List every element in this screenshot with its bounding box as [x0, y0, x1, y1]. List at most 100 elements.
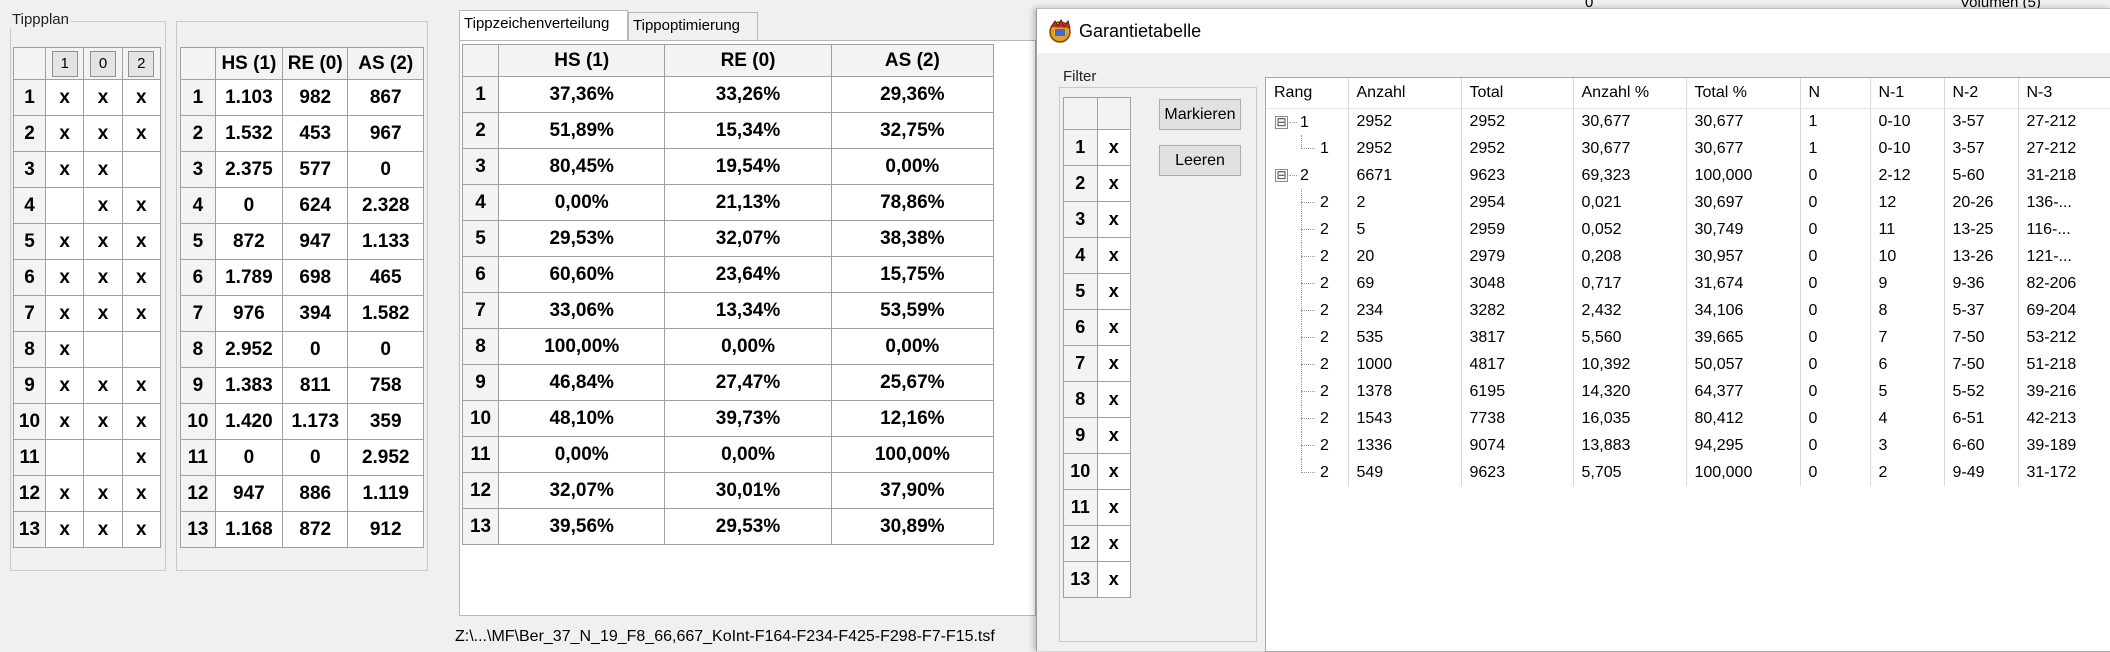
value-cell: 2952: [1348, 135, 1462, 162]
value-cell: 0,00%: [664, 436, 832, 473]
table-row[interactable]: ⊟ 2 6671 9623 69,323 100,000 0 2-12 5-60 31-218: [1266, 162, 2110, 189]
column-header-n-1[interactable]: N-1: [1870, 78, 1945, 109]
tipp-cell[interactable]: [121, 151, 162, 188]
column-header-n-2[interactable]: N-2: [1944, 78, 2019, 109]
tipp-cell[interactable]: x: [121, 475, 162, 512]
collapse-icon[interactable]: ⊟: [1275, 169, 1288, 182]
row-number: 4: [461, 184, 500, 221]
tipp-cell[interactable]: x: [44, 367, 85, 404]
column-header-anzahl[interactable]: Anzahl: [1348, 78, 1462, 109]
filter-cell[interactable]: x: [1096, 561, 1132, 598]
column-header-n-3[interactable]: N-3: [2018, 78, 2110, 109]
tipp-cell[interactable]: x: [44, 511, 85, 548]
filter-cell[interactable]: x: [1096, 129, 1132, 166]
tab-tippoptimierung[interactable]: Tippoptimierung: [628, 12, 758, 40]
tipp-cell[interactable]: [44, 439, 85, 476]
tipp-cell[interactable]: x: [83, 223, 123, 260]
collapse-icon[interactable]: ⊟: [1275, 115, 1288, 129]
column-header-rang[interactable]: Rang: [1266, 78, 1349, 109]
row-number: 9: [1063, 417, 1098, 454]
filter-cell[interactable]: x: [1096, 489, 1132, 526]
tipp-cell[interactable]: x: [121, 79, 162, 116]
tipp-cell[interactable]: [83, 439, 123, 476]
filter-cell[interactable]: x: [1096, 345, 1132, 382]
table-row: 1 1.103 982 867: [180, 79, 424, 116]
tipp-cell[interactable]: x: [121, 511, 162, 548]
filter-cell[interactable]: x: [1096, 273, 1132, 310]
tipp-header-button-0[interactable]: 0: [89, 50, 116, 77]
column-header-n[interactable]: N: [1800, 78, 1871, 109]
table-row[interactable]: 2 234 3282 2,432 34,106 0 8 5-37 69-204: [1266, 297, 2110, 324]
tipp-cell[interactable]: x: [121, 295, 162, 332]
tipp-cell[interactable]: x: [44, 331, 85, 368]
value-cell: 42-213: [2018, 405, 2110, 432]
value-cell: 2954: [1461, 189, 1574, 216]
column-header-total-[interactable]: Total %: [1686, 78, 1801, 109]
table-row[interactable]: 2 69 3048 0,717 31,674 0 9 9-36 82-206: [1266, 270, 2110, 297]
tipp-cell[interactable]: x: [44, 79, 85, 116]
markieren-button[interactable]: Markieren: [1159, 99, 1241, 130]
table-row[interactable]: 2 1378 6195 14,320 64,377 0 5 5-52 39-216: [1266, 378, 2110, 405]
value-cell: 947: [282, 223, 349, 260]
tipp-cell[interactable]: x: [44, 475, 85, 512]
tipp-cell[interactable]: x: [44, 259, 85, 296]
table-row[interactable]: 2 1336 9074 13,883 94,295 0 3 6-60 39-189: [1266, 432, 2110, 459]
tipp-header-button-1[interactable]: 1: [51, 50, 78, 77]
filter-cell[interactable]: x: [1096, 525, 1132, 562]
tipp-cell[interactable]: x: [83, 151, 123, 188]
tipp-cell[interactable]: x: [121, 187, 162, 224]
value-cell: 39,56%: [498, 508, 666, 545]
column-header-anzahl-[interactable]: Anzahl %: [1573, 78, 1687, 109]
table-row[interactable]: 2 549 9623 5,705 100,000 0 2 9-49 31-172: [1266, 459, 2110, 486]
value-cell: 25,67%: [830, 364, 995, 401]
value-cell: 51-218: [2018, 351, 2110, 378]
tipp-cell[interactable]: x: [83, 511, 123, 548]
tipp-cell[interactable]: x: [83, 115, 123, 152]
table-row[interactable]: 2 1543 7738 16,035 80,412 0 4 6-51 42-213: [1266, 405, 2110, 432]
table-row[interactable]: 1 2952 2952 30,677 30,677 1 0-10 3-57 27-212: [1266, 135, 2110, 162]
tipp-cell[interactable]: [83, 331, 123, 368]
filter-cell[interactable]: x: [1096, 237, 1132, 274]
table-row[interactable]: 2 1000 4817 10,392 50,057 0 6 7-50 51-218: [1266, 351, 2110, 378]
filter-cell[interactable]: x: [1096, 165, 1132, 202]
filter-cell[interactable]: x: [1096, 453, 1132, 490]
value-cell: 100,00%: [830, 436, 995, 473]
filter-cell[interactable]: x: [1096, 417, 1132, 454]
tipp-cell[interactable]: x: [44, 223, 85, 260]
tipp-cell[interactable]: x: [44, 151, 85, 188]
tipp-cell[interactable]: [44, 187, 85, 224]
tipp-cell[interactable]: x: [121, 367, 162, 404]
table-row[interactable]: 2 5 2959 0,052 30,749 0 11 13-25 116-...: [1266, 216, 2110, 243]
tipp-cell[interactable]: x: [83, 475, 123, 512]
table-row[interactable]: 2 2 2954 0,021 30,697 0 12 20-26 136-...: [1266, 189, 2110, 216]
counts-table: HS (1) RE (0) AS (2) 1 1.103 982 867 2 1.532 453 9…: [180, 47, 424, 548]
tipp-cell[interactable]: x: [121, 259, 162, 296]
tipp-cell[interactable]: x: [44, 403, 85, 440]
tipp-cell[interactable]: x: [83, 187, 123, 224]
tipp-cell[interactable]: x: [121, 115, 162, 152]
tipp-cell[interactable]: x: [121, 223, 162, 260]
window-titlebar[interactable]: Garantietabelle: [1037, 9, 2110, 53]
filter-cell[interactable]: x: [1096, 201, 1132, 238]
table-row[interactable]: 2 20 2979 0,208 30,957 0 10 13-26 121-...: [1266, 243, 2110, 270]
tipp-cell[interactable]: x: [83, 79, 123, 116]
tipp-cell[interactable]: x: [83, 295, 123, 332]
filter-cell[interactable]: x: [1096, 381, 1132, 418]
value-cell: 29,53%: [664, 508, 832, 545]
tipp-cell[interactable]: x: [121, 403, 162, 440]
leeren-button[interactable]: Leeren: [1159, 145, 1241, 176]
tipp-cell[interactable]: x: [44, 115, 85, 152]
table-row[interactable]: 2 535 3817 5,560 39,665 0 7 7-50 53-212: [1266, 324, 2110, 351]
row-number: 2: [180, 115, 216, 152]
tab-tippzeichenverteilung[interactable]: Tippzeichenverteilung: [459, 10, 628, 40]
tipp-cell[interactable]: x: [44, 295, 85, 332]
table-row[interactable]: ⊟ 1 2952 2952 30,677 30,677 1 0-10 3-57 27-212: [1266, 108, 2110, 135]
tipp-header-button-2[interactable]: 2: [128, 50, 155, 77]
tipp-cell[interactable]: x: [83, 367, 123, 404]
tipp-cell[interactable]: x: [83, 403, 123, 440]
column-header-total[interactable]: Total: [1461, 78, 1574, 109]
filter-cell[interactable]: x: [1096, 309, 1132, 346]
tipp-cell[interactable]: x: [121, 439, 162, 476]
tipp-cell[interactable]: [121, 331, 162, 368]
tipp-cell[interactable]: x: [83, 259, 123, 296]
